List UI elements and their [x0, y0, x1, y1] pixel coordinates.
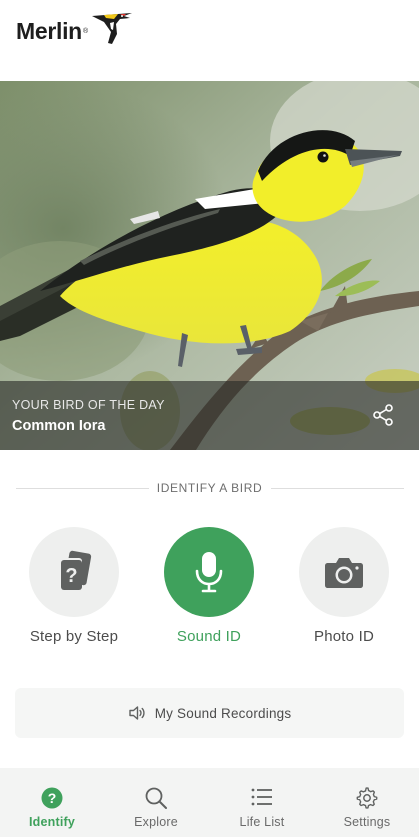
logo-wordmark: Merlin [16, 17, 82, 44]
app-header: Merlin ® [0, 0, 419, 81]
sound-id-label: Sound ID [176, 628, 242, 645]
bird-of-the-day-card[interactable]: YOUR BIRD OF THE DAY Common Iora [0, 81, 419, 450]
question-circle-icon: ? [41, 787, 63, 809]
nav-explore[interactable]: Explore [104, 768, 208, 837]
nav-identify-label: Identify [28, 815, 76, 829]
question-cards-icon: ? [59, 550, 92, 591]
bird-of-the-day-name[interactable]: Common Iora [12, 418, 105, 434]
sound-id-circle[interactable] [164, 527, 254, 617]
divider-right [271, 488, 404, 489]
identify-section-header: IDENTIFY A BIRD [0, 480, 419, 496]
step-by-step-button[interactable]: ? Step by Step [19, 527, 129, 645]
bird-of-the-day-caption: YOUR BIRD OF THE DAY Common Iora [0, 381, 419, 450]
my-sound-recordings-label: My Sound Recordings [154, 705, 292, 721]
nav-life-list-label: Life List [239, 815, 285, 829]
photo-id-label: Photo ID [314, 628, 374, 645]
svg-text:?: ? [65, 565, 77, 587]
nav-settings[interactable]: Settings [315, 768, 419, 837]
photo-id-button[interactable]: Photo ID [289, 527, 399, 645]
camera-icon [325, 558, 363, 588]
bottom-navigation: ? Identify Explore Life List Settings [0, 768, 419, 837]
bird-of-the-day-kicker: YOUR BIRD OF THE DAY [12, 398, 165, 412]
my-sound-recordings-button[interactable]: My Sound Recordings [15, 688, 404, 738]
merlin-logo: Merlin ® [16, 13, 134, 46]
nav-settings-label: Settings [343, 815, 391, 829]
search-icon [145, 787, 167, 809]
step-by-step-label: Step by Step [29, 628, 119, 645]
svg-text:?: ? [48, 790, 57, 806]
logo-bird-icon [92, 13, 133, 44]
speaker-icon [128, 706, 145, 720]
nav-life-list[interactable]: Life List [210, 768, 314, 837]
share-icon[interactable] [371, 403, 395, 427]
microphone-icon [195, 552, 223, 593]
gear-icon [356, 787, 378, 809]
photo-id-circle[interactable] [299, 527, 389, 617]
nav-explore-label: Explore [134, 815, 178, 829]
list-icon [251, 788, 272, 806]
nav-identify[interactable]: ? Identify [0, 768, 104, 837]
sound-id-button[interactable]: Sound ID [154, 527, 264, 645]
step-by-step-circle[interactable]: ? [29, 527, 119, 617]
logo-trademark: ® [82, 27, 89, 35]
